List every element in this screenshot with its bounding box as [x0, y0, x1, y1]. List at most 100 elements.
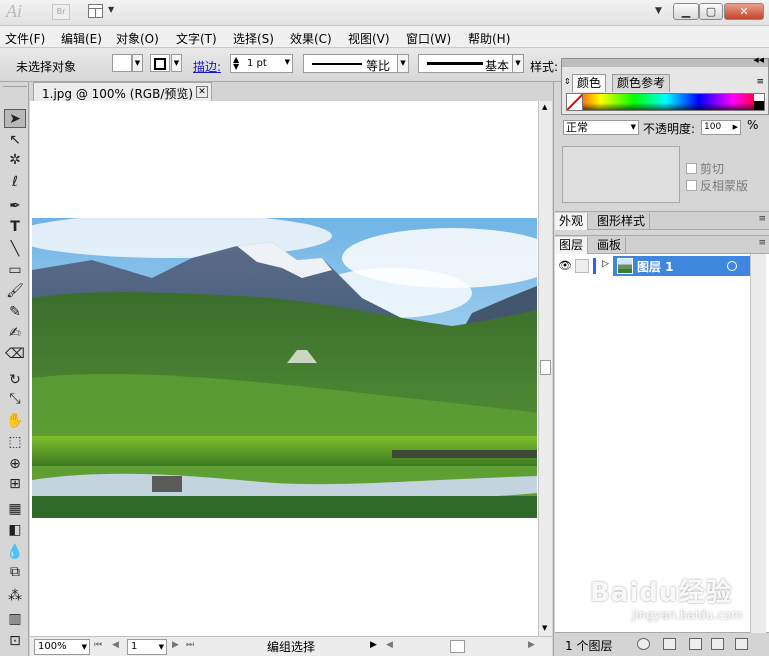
color-spectrum[interactable]	[566, 93, 765, 111]
magic-wand-tool-icon[interactable]: ✲	[4, 151, 26, 170]
free-transform-tool-icon[interactable]: ⬚	[4, 433, 26, 452]
pencil-tool-icon[interactable]: ✎	[4, 303, 26, 322]
scale-tool-icon[interactable]: ⤡	[4, 390, 26, 409]
status-menu-arrow-icon[interactable]: ▶	[370, 640, 377, 650]
tab-color-guide[interactable]: 颜色参考	[612, 74, 671, 92]
workspace-switcher-button[interactable]: ▼	[655, 6, 662, 16]
gradient-tool-icon[interactable]: ◧	[4, 521, 26, 540]
blend-mode-select[interactable]: 正常 ▼	[563, 120, 639, 135]
tab-appearance[interactable]: 外观	[555, 213, 589, 230]
line-tool-icon[interactable]: ╲	[4, 240, 26, 259]
warp-tool-icon[interactable]: ✋	[4, 412, 26, 431]
shape-builder-tool-icon[interactable]: ⊕	[4, 455, 26, 474]
brush-definition[interactable]: 基本 ▼	[418, 54, 524, 73]
black-white-swatch[interactable]	[754, 94, 764, 110]
lock-toggle[interactable]	[575, 259, 589, 273]
none-swatch-icon[interactable]	[567, 94, 583, 110]
menu-type[interactable]: 文字(T)	[176, 30, 217, 47]
selection-tool-icon[interactable]: ➤	[4, 109, 26, 128]
tab-graphic-styles[interactable]: 图形样式	[593, 213, 651, 230]
locate-object-icon[interactable]	[637, 638, 650, 650]
new-layer-icon[interactable]	[711, 638, 724, 650]
rotate-tool-icon[interactable]: ↻	[4, 371, 26, 390]
menu-effect[interactable]: 效果(C)	[290, 30, 332, 47]
stepper-icon[interactable]: ▲ ▼	[233, 56, 239, 71]
last-artboard-button[interactable]: ⏭	[186, 640, 194, 650]
color-panel-header[interactable]: ◀◀	[562, 56, 768, 67]
previous-artboard-button[interactable]: ◀	[112, 640, 119, 650]
scroll-thumb[interactable]	[540, 360, 551, 375]
lasso-tool-icon[interactable]: ℓ	[4, 173, 26, 192]
tab-layers[interactable]: 图层	[555, 237, 589, 254]
layer-name[interactable]: 图层 1	[637, 258, 674, 275]
document-tab[interactable]: 1.jpg @ 100% (RGB/预览) ✕	[33, 82, 212, 102]
fill-dropdown[interactable]: ▼	[132, 54, 143, 72]
first-artboard-button[interactable]: ⏮	[94, 640, 102, 650]
panel-menu-icon[interactable]: ≡	[756, 77, 764, 87]
expand-triangle-icon[interactable]: ▷	[602, 259, 609, 269]
tab-color[interactable]: 颜色	[572, 74, 607, 92]
mesh-tool-icon[interactable]: ▦	[4, 500, 26, 519]
layers-scrollbar[interactable]	[750, 254, 766, 633]
blob-brush-tool-icon[interactable]: ✍	[4, 324, 26, 343]
stroke-weight-field[interactable]: ▲ ▼ 1 pt ▼	[230, 54, 293, 73]
symbol-sprayer-tool-icon[interactable]: ⁂	[4, 587, 26, 606]
scroll-up-icon[interactable]: ▲	[542, 103, 547, 111]
eye-icon[interactable]: 👁	[558, 259, 572, 273]
panel-menu-icon[interactable]: ≡	[758, 214, 766, 224]
current-tool-status[interactable]: 编组选择	[202, 639, 380, 655]
scroll-down-icon[interactable]: ▼	[542, 624, 547, 632]
horizontal-scroll-thumb[interactable]	[450, 640, 465, 653]
blend-tool-icon[interactable]: ⧉	[4, 563, 26, 582]
invert-mask-checkbox[interactable]: 反相蒙版	[686, 177, 748, 194]
delete-layer-icon[interactable]	[735, 638, 748, 650]
menu-select[interactable]: 选择(S)	[233, 30, 274, 47]
menu-file[interactable]: 文件(F)	[5, 30, 45, 47]
make-clipping-mask-icon[interactable]	[663, 638, 676, 650]
opacity-mask-thumbnail[interactable]	[562, 146, 680, 203]
close-button[interactable]: ✕	[724, 3, 764, 20]
variable-width-profile[interactable]: 等比 ▼	[303, 54, 409, 73]
opacity-field[interactable]: 100 ▶	[701, 120, 741, 135]
layer-row[interactable]: 👁 ▷ 图层 1	[555, 256, 751, 276]
artboard-tool-icon[interactable]: ⊡	[4, 632, 26, 651]
paintbrush-tool-icon[interactable]: 🖌	[4, 282, 26, 301]
stroke-dropdown[interactable]: ▼	[171, 54, 182, 72]
scroll-right-icon[interactable]: ▶	[528, 640, 535, 650]
checkbox-icon[interactable]	[686, 180, 697, 191]
menu-view[interactable]: 视图(V)	[348, 30, 390, 47]
eyedropper-tool-icon[interactable]: 💧	[4, 543, 26, 562]
menu-help[interactable]: 帮助(H)	[468, 30, 510, 47]
column-graph-tool-icon[interactable]: ▥	[4, 610, 26, 629]
clip-checkbox[interactable]: 剪切	[686, 160, 724, 177]
tab-artboards[interactable]: 画板	[593, 237, 627, 254]
stroke-label[interactable]: 描边:	[193, 58, 221, 75]
perspective-grid-tool-icon[interactable]: ⊞	[4, 475, 26, 494]
pen-tool-icon[interactable]: ✒	[4, 197, 26, 216]
document-vertical-scrollbar[interactable]: ▲ ▼	[538, 101, 552, 636]
menu-object[interactable]: 对象(O)	[116, 30, 159, 47]
eraser-tool-icon[interactable]: ⌫	[4, 345, 26, 364]
next-artboard-button[interactable]: ▶	[172, 640, 179, 650]
zoom-level-field[interactable]: 100% ▼	[34, 639, 90, 655]
bridge-button[interactable]: Br	[52, 4, 70, 20]
maximize-button[interactable]: ▢	[699, 3, 723, 20]
checkbox-icon[interactable]	[686, 163, 697, 174]
placed-landscape-photo[interactable]	[32, 218, 537, 518]
panel-options-arrow-icon[interactable]: ⇕	[564, 77, 571, 86]
artboard-number-field[interactable]: 1 ▼	[127, 639, 167, 655]
scroll-left-icon[interactable]: ◀	[386, 640, 393, 650]
direct-selection-tool-icon[interactable]: ↖	[4, 131, 26, 150]
menu-edit[interactable]: 编辑(E)	[61, 30, 102, 47]
stroke-swatch[interactable]	[150, 54, 170, 72]
panel-menu-icon[interactable]: ≡	[758, 238, 766, 248]
close-icon[interactable]: ✕	[196, 86, 208, 98]
new-sublayer-icon[interactable]	[689, 638, 702, 650]
menu-window[interactable]: 窗口(W)	[406, 30, 451, 47]
minimize-button[interactable]: ▁	[673, 3, 699, 20]
fill-swatch[interactable]	[112, 54, 132, 72]
collapse-icon[interactable]: ◀◀	[753, 56, 764, 64]
type-tool-icon[interactable]: T	[4, 218, 26, 237]
arrange-documents-button[interactable]: ▼	[88, 4, 118, 20]
rectangle-tool-icon[interactable]: ▭	[4, 261, 26, 280]
